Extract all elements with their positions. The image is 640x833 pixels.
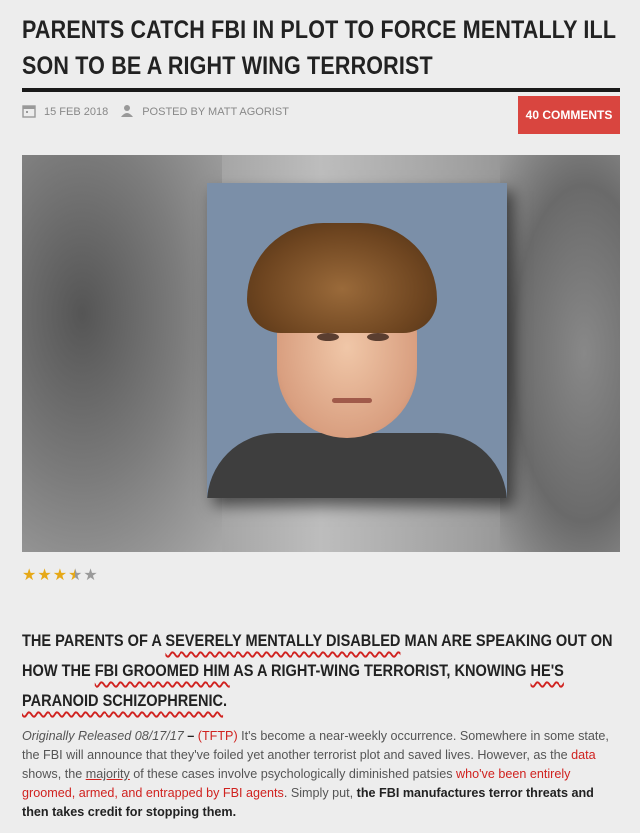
mugshot-shirt	[207, 433, 507, 498]
person-icon	[120, 104, 134, 121]
majority-highlight: majority	[85, 767, 130, 781]
star-rating[interactable]: ★ ★ ★ ★ ★	[22, 568, 98, 584]
calendar-icon	[22, 104, 36, 121]
post-date: 15 FEB 2018	[44, 106, 109, 118]
lead-highlight-1: SEVERELY MENTALLY DISABLED	[165, 631, 401, 650]
body-text-3: of these cases involve psychologically d…	[129, 767, 457, 781]
mugshot-eye-left	[317, 333, 339, 341]
post-meta: 15 FEB 2018 POSTED BY MATT AGORIST	[22, 104, 289, 120]
dash: –	[183, 729, 198, 743]
background-photo-left	[22, 155, 222, 552]
body-text-2: shows, the	[22, 767, 86, 781]
star-icon-5[interactable]: ★	[83, 568, 97, 584]
data-link[interactable]: data	[571, 748, 596, 762]
article-lead: THE PARENTS OF A SEVERELY MENTALLY DISAB…	[22, 626, 621, 716]
featured-image	[22, 155, 620, 552]
post-author[interactable]: POSTED BY MATT AGORIST	[142, 106, 289, 118]
lead-highlight-2: FBI GROOMED HIM	[94, 661, 230, 680]
mugshot-eye-right	[367, 333, 389, 341]
lead-text-3: AS A RIGHT-WING TERRORIST, KNOWING	[229, 661, 531, 680]
lead-text-4: .	[223, 691, 228, 710]
star-icon-4[interactable]: ★	[68, 568, 82, 584]
mugshot-photo	[207, 183, 507, 498]
lead-text-1: THE PARENTS OF A	[22, 631, 166, 650]
star-icon-3[interactable]: ★	[53, 568, 67, 584]
mugshot-mouth	[332, 398, 372, 403]
release-note: Originally Released 08/17/17	[22, 729, 184, 743]
article-title: PARENTS CATCH FBI IN PLOT TO FORCE MENTA…	[22, 16, 616, 80]
body-text-4: . Simply put,	[283, 786, 357, 800]
source-link[interactable]: TFTP	[202, 729, 233, 743]
article-body: Originally Released 08/17/17 – (TFTP) It…	[22, 727, 622, 822]
comments-button[interactable]: 40 COMMENTS	[518, 96, 620, 134]
star-icon-2[interactable]: ★	[37, 568, 51, 584]
mugshot-hair	[247, 223, 437, 333]
star-icon-1[interactable]: ★	[22, 568, 36, 584]
title-divider	[22, 88, 620, 92]
background-photo-right	[500, 155, 620, 552]
